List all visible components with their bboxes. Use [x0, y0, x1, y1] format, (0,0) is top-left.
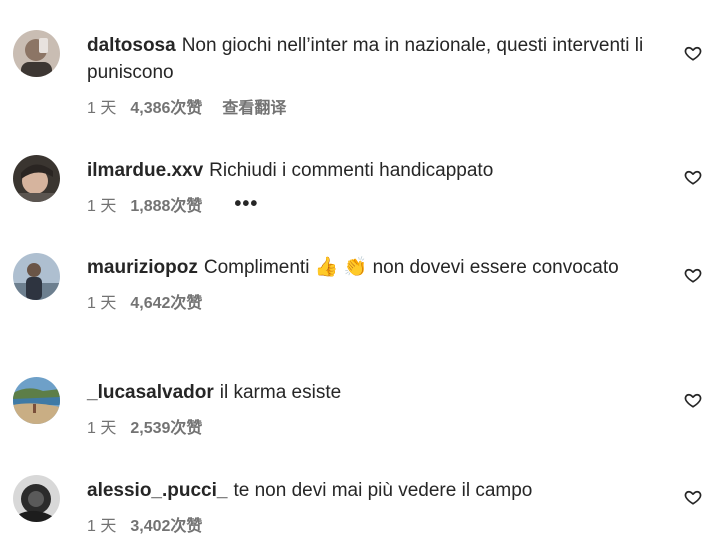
comment-body: Richiudi i commenti handicappato: [209, 160, 494, 181]
comment-likes[interactable]: 4,642次赞: [130, 289, 202, 313]
heart-icon[interactable]: [684, 391, 702, 409]
comment-username[interactable]: mauriziopoz: [87, 257, 198, 278]
comment-username[interactable]: daltososa: [87, 35, 176, 56]
comment-body: Complimenti 👍 👏 non dovevi essere convoc…: [203, 257, 619, 278]
avatar[interactable]: [13, 253, 60, 300]
comment-time[interactable]: 1 天: [87, 512, 116, 536]
comment-meta: 1 天 1,888次赞 •••: [87, 192, 647, 216]
heart-icon[interactable]: [684, 44, 702, 62]
comment-meta: 1 天 4,386次赞 查看翻译: [87, 94, 647, 118]
comment-time[interactable]: 1 天: [87, 192, 116, 216]
comment-likes[interactable]: 3,402次赞: [130, 512, 202, 536]
avatar[interactable]: [13, 475, 60, 522]
comment-body: il karma esiste: [219, 382, 342, 403]
comment-username[interactable]: alessio_.pucci_: [87, 480, 227, 501]
comment-username[interactable]: ilmardue.xxv: [87, 160, 203, 181]
comment-text: mauriziopoz Complimenti 👍 👏 non dovevi es…: [87, 254, 647, 281]
comment-text: _lucasalvador il karma esiste: [87, 379, 647, 406]
comment-text: ilmardue.xxv Richiudi i commenti handicap…: [87, 157, 647, 184]
comment-time[interactable]: 1 天: [87, 94, 116, 118]
see-translation-link[interactable]: 查看翻译: [222, 94, 286, 118]
comment-time[interactable]: 1 天: [87, 414, 116, 438]
comment-body: te non devi mai più vedere il campo: [233, 480, 533, 501]
comment-time[interactable]: 1 天: [87, 289, 116, 313]
comment-meta: 1 天 2,539次赞: [87, 414, 647, 438]
heart-icon[interactable]: [684, 266, 702, 284]
comment-meta: 1 天 4,642次赞: [87, 289, 647, 313]
comment-likes[interactable]: 2,539次赞: [130, 414, 202, 438]
avatar[interactable]: [13, 30, 60, 77]
comment-username[interactable]: _lucasalvador: [87, 382, 214, 403]
heart-icon[interactable]: [684, 488, 702, 506]
comment-likes[interactable]: 1,888次赞: [130, 192, 202, 216]
comment-text: daltososa Non giochi nell’inter ma in naz…: [87, 32, 647, 86]
heart-icon[interactable]: [684, 168, 702, 186]
more-options-icon[interactable]: •••: [234, 194, 258, 214]
comment-meta: 1 天 3,402次赞: [87, 512, 647, 536]
comment-text: alessio_.pucci_ te non devi mai più veder…: [87, 477, 647, 504]
avatar[interactable]: [13, 155, 60, 202]
comment-likes[interactable]: 4,386次赞: [130, 94, 202, 118]
avatar[interactable]: [13, 377, 60, 424]
